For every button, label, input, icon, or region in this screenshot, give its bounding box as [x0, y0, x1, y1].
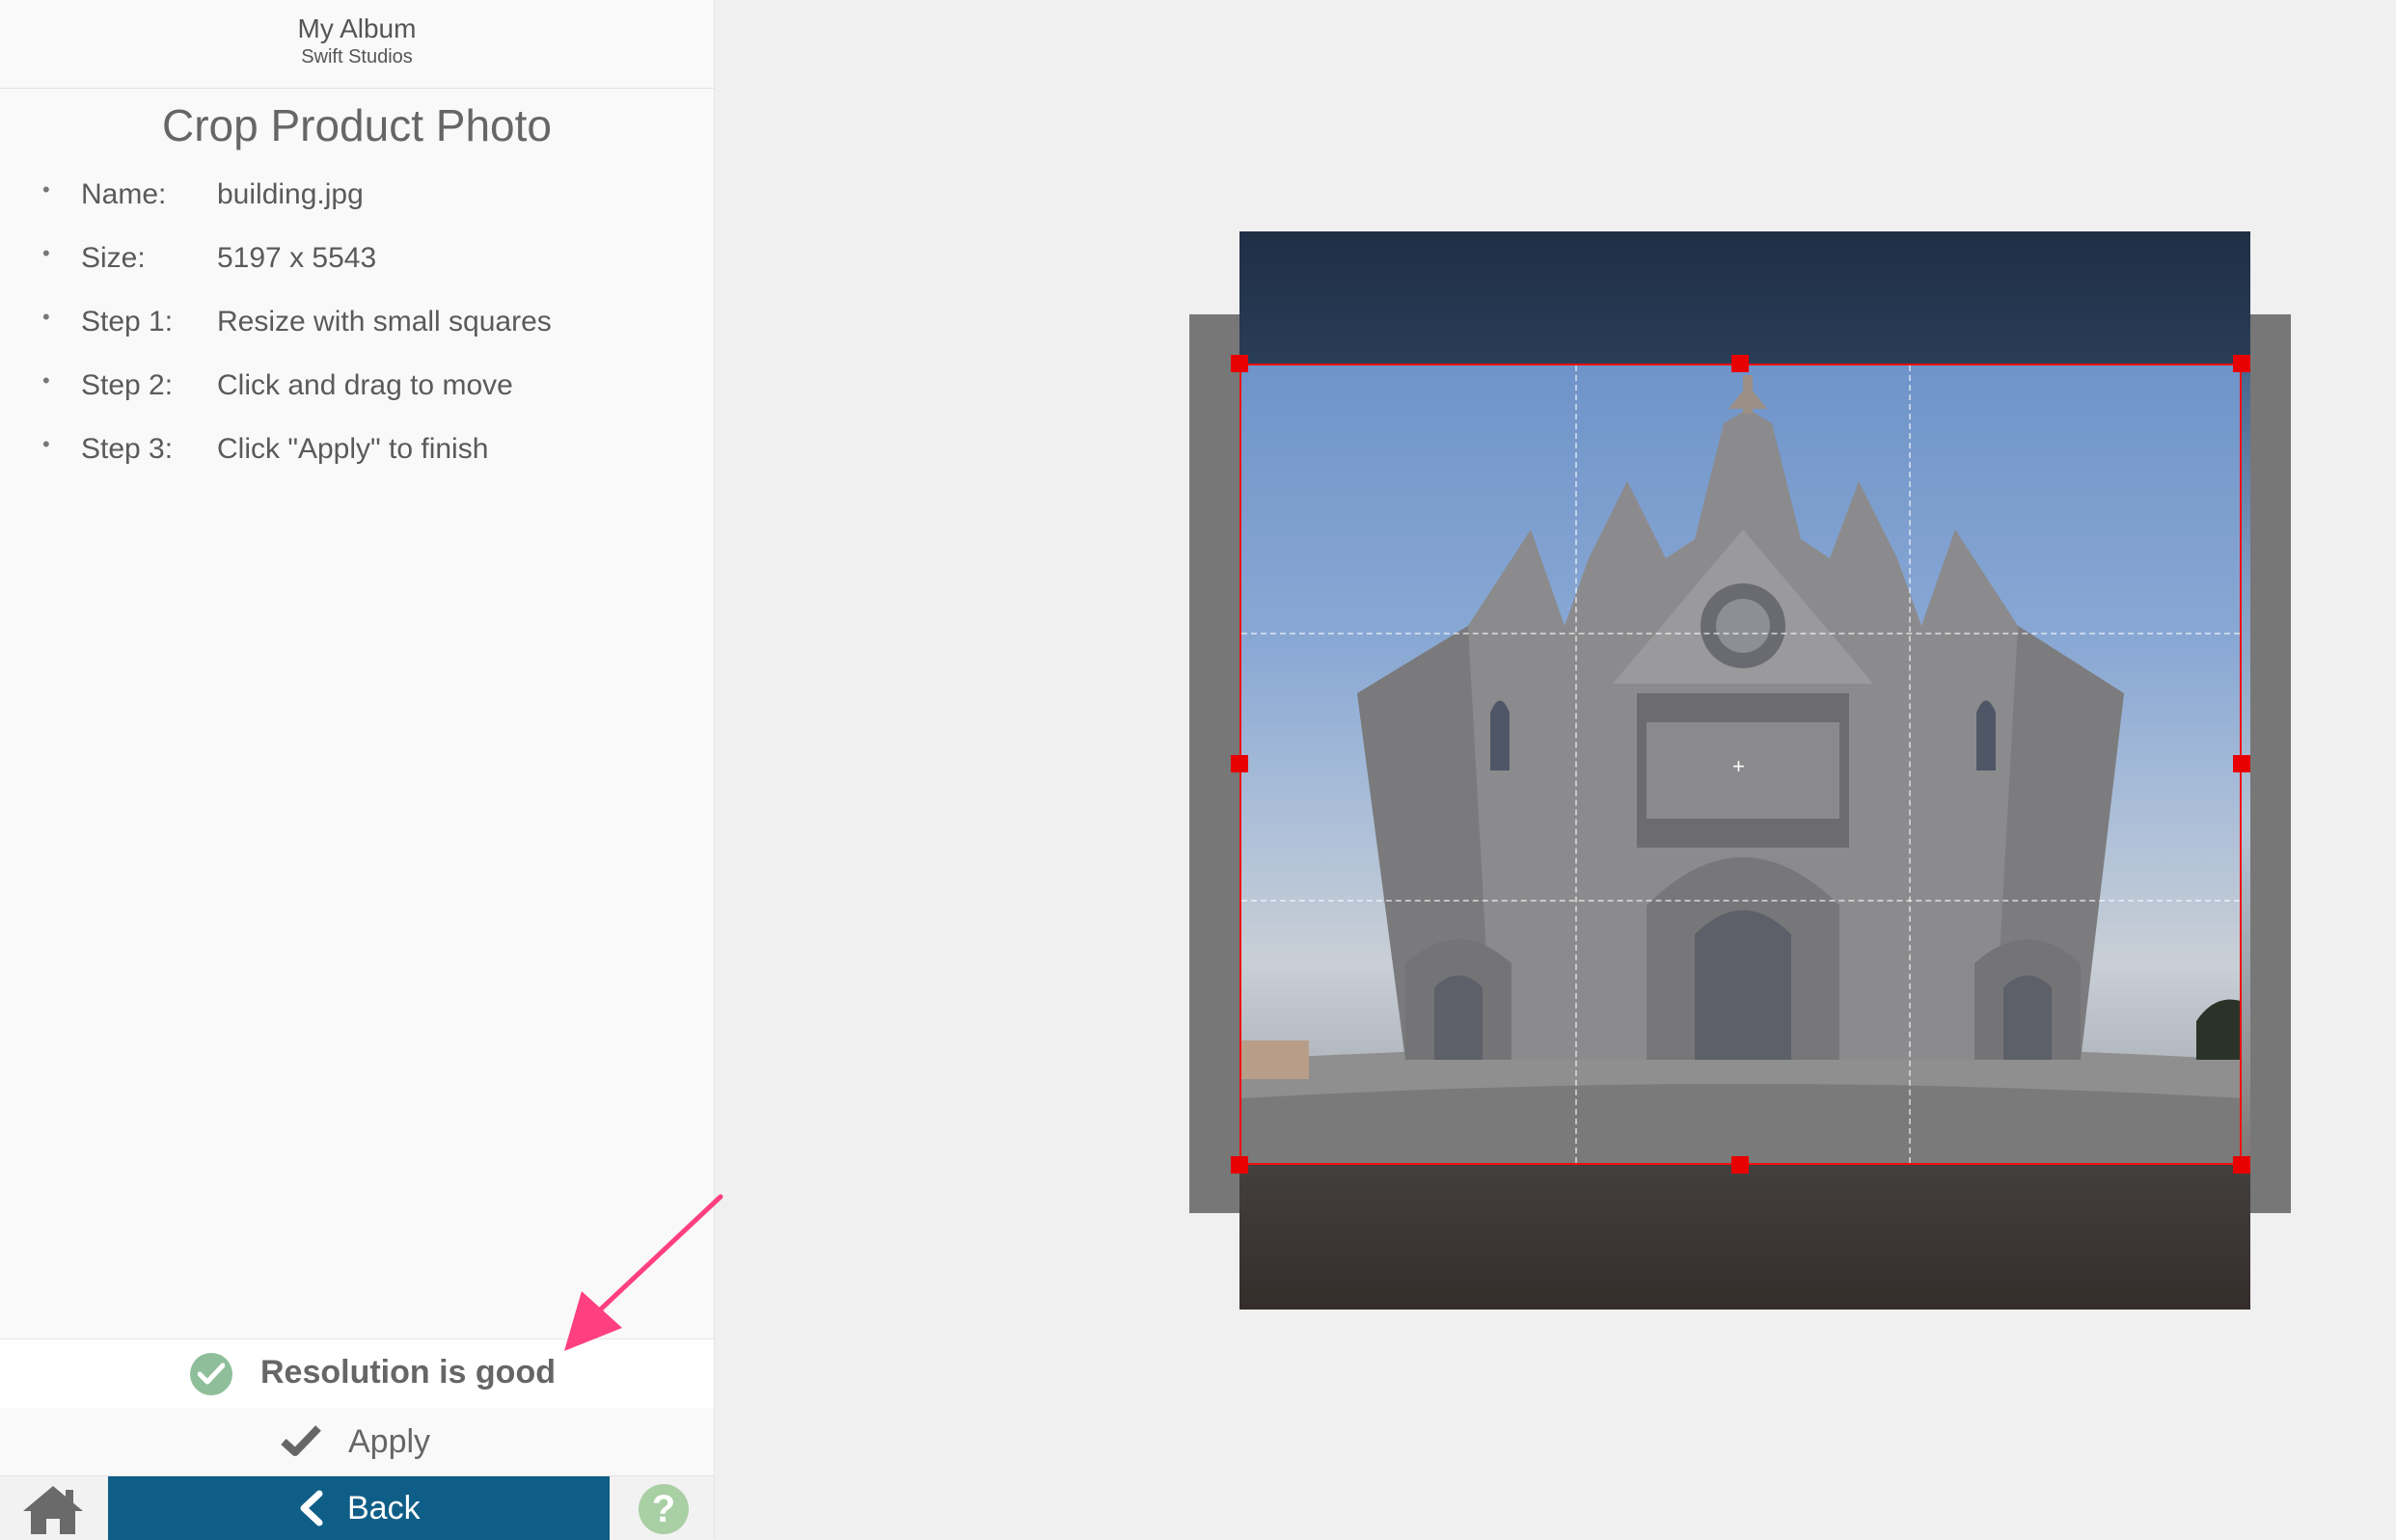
info-item-name: • Name: building.jpg — [0, 174, 714, 237]
info-item-step-2: • Step 2: Click and drag to move — [0, 365, 714, 428]
page-title: Crop Product Photo — [161, 100, 552, 150]
resize-handle-left[interactable] — [1231, 755, 1248, 772]
grid-line — [1241, 900, 2240, 902]
info-label: Size: — [81, 242, 146, 274]
bullet-icon: • — [42, 368, 50, 392]
resize-handle-top[interactable] — [1731, 355, 1749, 372]
status-text: Resolution is good — [260, 1354, 556, 1391]
crop-selection[interactable]: + — [1239, 364, 2242, 1165]
info-value: Click and drag to move — [217, 369, 513, 401]
album-title: My Album — [297, 14, 417, 43]
resize-handle-bottom[interactable] — [1731, 1156, 1749, 1174]
info-list: • Name: building.jpg • Size: 5197 x 5543… — [0, 174, 714, 492]
dimmed-region-top — [1239, 231, 2250, 364]
info-label: Name: — [81, 178, 167, 210]
crop-canvas: + — [715, 0, 2396, 1539]
resize-handle-top-left[interactable] — [1231, 355, 1248, 372]
bullet-icon: • — [42, 432, 50, 456]
home-button[interactable] — [0, 1476, 106, 1540]
info-label: Step 2: — [81, 369, 174, 401]
chevron-left-icon — [300, 1490, 323, 1526]
home-icon — [23, 1486, 83, 1534]
crosshair-icon: + — [1732, 754, 1745, 778]
resize-handle-right[interactable] — [2233, 755, 2250, 772]
resize-handle-bottom-right[interactable] — [2233, 1156, 2250, 1174]
info-item-step-3: • Step 3: Click "Apply" to finish — [0, 428, 714, 492]
info-value: 5197 x 5543 — [217, 242, 377, 274]
back-button[interactable]: Back — [108, 1476, 610, 1540]
info-value: Click "Apply" to finish — [217, 433, 489, 465]
bottom-toolbar: Back ? — [0, 1475, 714, 1540]
check-circle-icon — [190, 1353, 232, 1395]
grid-line — [1909, 365, 1911, 1163]
info-value: building.jpg — [217, 178, 364, 210]
info-item-size: • Size: 5197 x 5543 — [0, 237, 714, 301]
bullet-icon: • — [42, 305, 50, 329]
info-label: Step 3: — [81, 433, 174, 465]
info-label: Step 1: — [81, 306, 174, 338]
info-item-step-1: • Step 1: Resize with small squares — [0, 301, 714, 365]
resize-handle-bottom-left[interactable] — [1231, 1156, 1248, 1174]
back-label: Back — [347, 1490, 421, 1526]
bullet-icon: • — [42, 241, 50, 265]
question-icon: ? — [639, 1484, 689, 1534]
apply-label: Apply — [348, 1423, 431, 1460]
bullet-icon: • — [42, 177, 50, 202]
info-value: Resize with small squares — [217, 306, 552, 338]
grid-line — [1241, 633, 2240, 635]
grid-line — [1575, 365, 1577, 1163]
help-button[interactable]: ? — [610, 1476, 714, 1540]
checkmark-icon — [281, 1425, 321, 1456]
album-subtitle: Swift Studios — [301, 46, 413, 68]
resize-handle-top-right[interactable] — [2233, 355, 2250, 372]
dimmed-region-bottom — [1239, 1165, 2250, 1310]
annotation-arrow-icon — [564, 1194, 723, 1351]
apply-button[interactable]: Apply — [0, 1408, 714, 1475]
album-header: My Album Swift Studios — [0, 0, 714, 89]
